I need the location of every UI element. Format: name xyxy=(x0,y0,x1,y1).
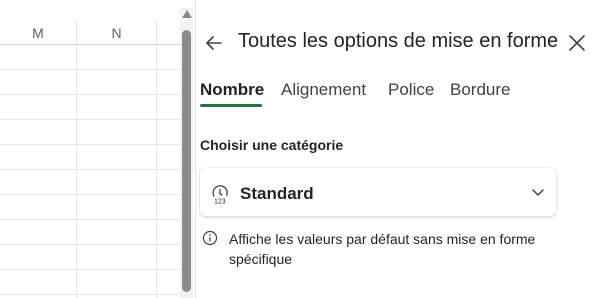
category-description: Affiche les valeurs par défaut sans mise… xyxy=(229,231,536,267)
row-gridline xyxy=(0,144,180,145)
close-icon xyxy=(569,35,585,51)
column-header-next[interactable] xyxy=(157,21,180,45)
column-gridline xyxy=(76,45,77,298)
row-gridline xyxy=(0,219,180,220)
row-gridline xyxy=(0,294,180,295)
back-button[interactable] xyxy=(204,33,224,53)
column-header-m[interactable]: M xyxy=(0,21,77,45)
row-gridline xyxy=(0,94,180,95)
row-gridline xyxy=(0,69,180,70)
category-dropdown[interactable]: 123 Standard xyxy=(200,168,556,216)
format-options-pane: Toutes les options de mise en forme Nomb… xyxy=(196,0,595,298)
column-header-label: N xyxy=(111,24,122,41)
active-tab-indicator xyxy=(200,104,262,107)
clock-123-icon: 123 xyxy=(212,185,228,205)
tab-label: Nombre xyxy=(200,80,265,99)
category-selected-value: Standard xyxy=(240,184,314,203)
tab-label: Police xyxy=(388,80,435,99)
scrollbar-thumb[interactable] xyxy=(182,30,191,292)
row-gridline xyxy=(0,244,180,245)
scroll-up-arrow-icon[interactable] xyxy=(182,10,192,18)
info-icon xyxy=(202,230,218,246)
row-gridline xyxy=(0,269,180,270)
row-gridline xyxy=(0,169,180,170)
category-section-label: Choisir une catégorie xyxy=(200,137,344,153)
chevron-down-icon xyxy=(532,189,544,196)
close-button[interactable] xyxy=(567,33,587,53)
spreadsheet-grid[interactable]: M N xyxy=(0,0,180,298)
column-gridline xyxy=(156,45,157,298)
column-header-n[interactable]: N xyxy=(77,21,157,45)
row-gridline xyxy=(0,194,180,195)
tab-alignement[interactable]: Alignement xyxy=(281,80,366,100)
tab-police[interactable]: Police xyxy=(388,80,434,100)
tab-nombre[interactable]: Nombre xyxy=(200,80,265,107)
clock-icon-text: 123 xyxy=(214,199,226,205)
arrow-left-icon xyxy=(206,36,222,50)
tab-label: Alignement xyxy=(281,80,367,99)
tab-bordure[interactable]: Bordure xyxy=(450,80,510,100)
column-header-label: M xyxy=(32,24,44,41)
pane-title: Toutes les options de mise en forme xyxy=(238,30,559,52)
tab-label: Bordure xyxy=(450,80,511,99)
row-gridline xyxy=(0,119,180,120)
